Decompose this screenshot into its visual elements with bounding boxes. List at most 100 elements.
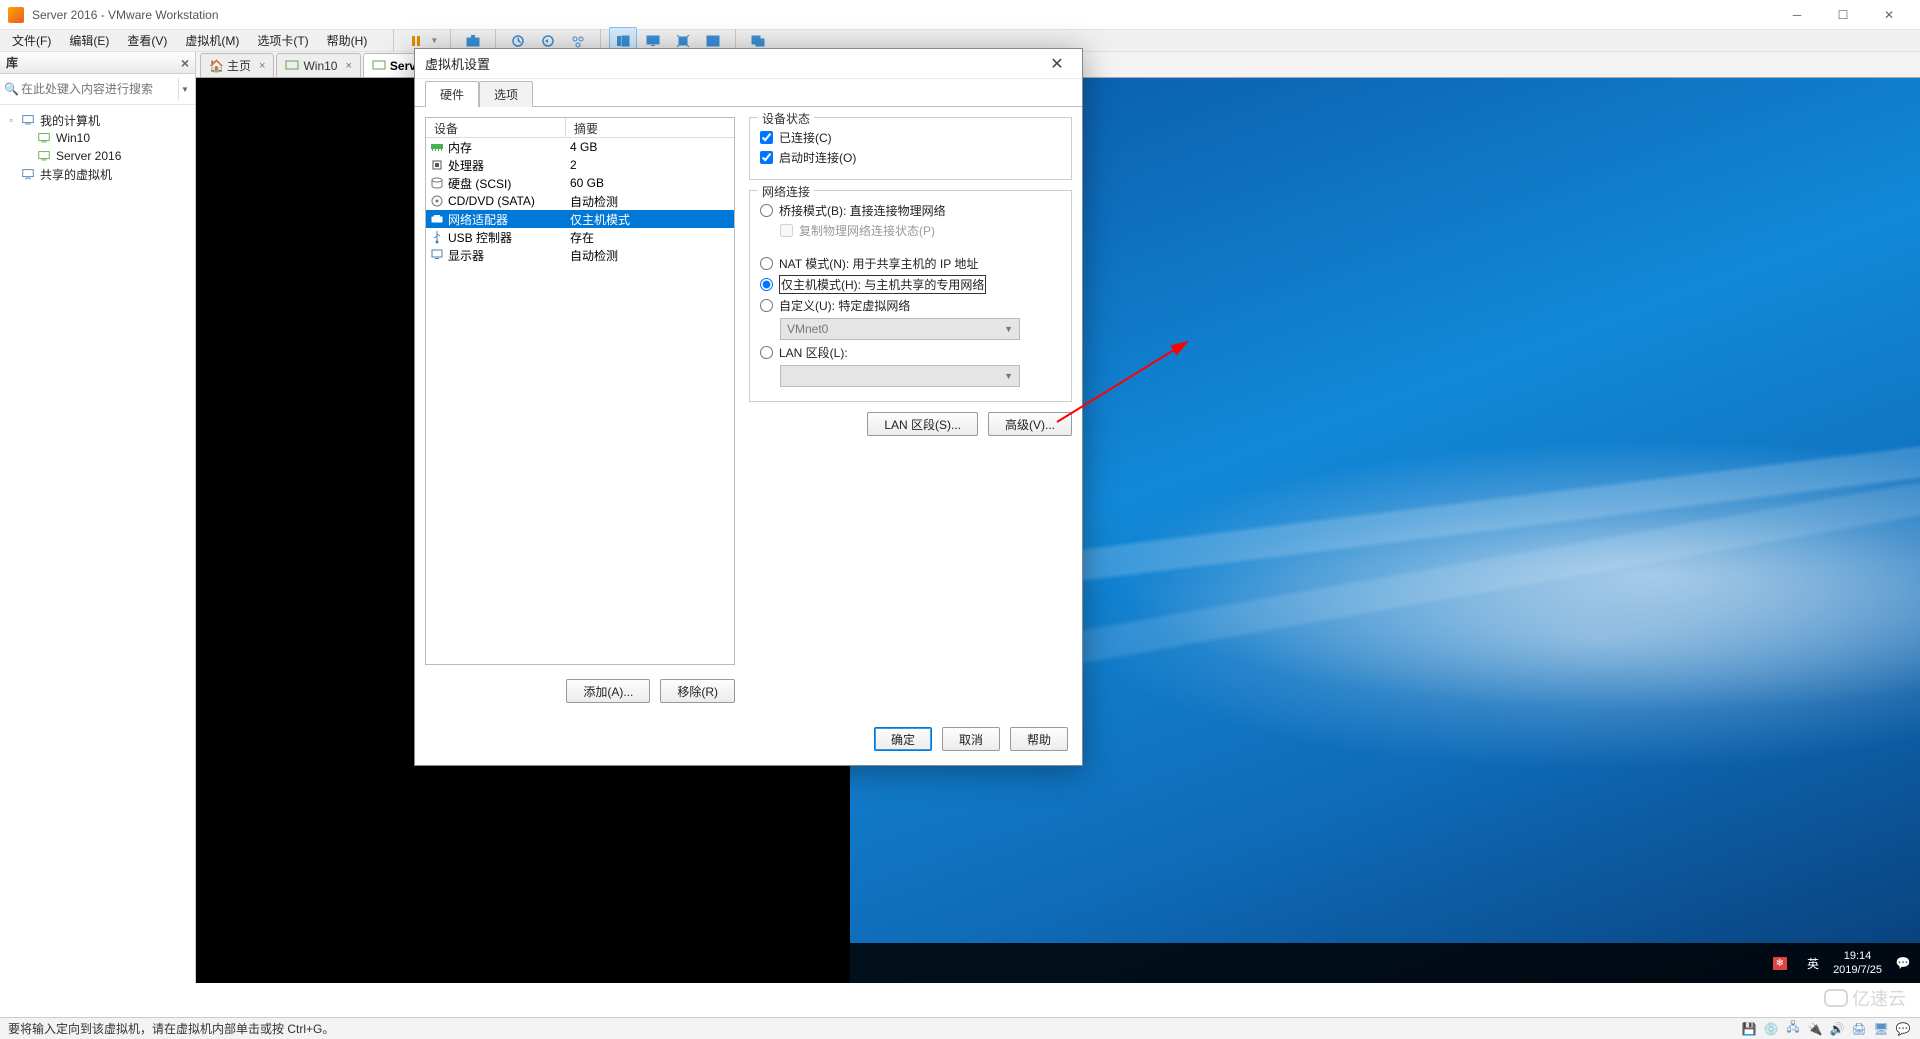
help-button[interactable]: 帮助 (1010, 727, 1068, 751)
network-icon (430, 212, 444, 226)
dialog-close-button[interactable]: ✕ (1042, 49, 1072, 79)
display-icon (430, 248, 444, 262)
device-row-network[interactable]: 网络适配器 仅主机模式 (426, 210, 734, 228)
window-title: Server 2016 - VMware Workstation (32, 8, 1774, 22)
sb-cd-icon[interactable]: 💿 (1762, 1021, 1780, 1037)
collapse-icon[interactable]: ▫ (6, 115, 16, 125)
lan-segments-button[interactable]: LAN 区段(S)... (867, 412, 978, 436)
connect-at-poweron-checkbox[interactable]: 启动时连接(O) (760, 149, 1061, 166)
cd-icon (430, 194, 444, 208)
sb-sound-icon[interactable]: 🔊 (1828, 1021, 1846, 1037)
library-close-button[interactable]: × (181, 55, 189, 71)
tab-hardware[interactable]: 硬件 (425, 81, 479, 107)
device-state-group: 设备状态 已连接(C) 启动时连接(O) (749, 117, 1072, 180)
hdd-icon (430, 176, 444, 190)
sb-printer-icon[interactable]: 🖨 (1850, 1021, 1868, 1037)
shared-icon (20, 166, 36, 182)
chevron-down-icon: ▼ (1004, 324, 1013, 334)
tab-close-button[interactable]: × (345, 60, 351, 72)
ime-label-lang: 英 (1807, 955, 1819, 972)
device-settings-panel: 设备状态 已连接(C) 启动时连接(O) 网络连接 桥接模式(B): 直接连接物… (749, 117, 1072, 703)
device-buttons: 添加(A)... 移除(R) (425, 679, 735, 703)
power-menu-caret[interactable]: ▼ (430, 36, 438, 45)
advanced-button[interactable]: 高级(V)... (988, 412, 1072, 436)
menu-vm[interactable]: 虚拟机(M) (177, 30, 247, 51)
menu-edit[interactable]: 编辑(E) (61, 30, 117, 51)
guest-taskbar: ❄ 中 英 19:14 2019/7/25 💬 (850, 943, 1920, 983)
cancel-button[interactable]: 取消 (942, 727, 1000, 751)
radio-lan-segment[interactable]: LAN 区段(L): (760, 344, 1061, 361)
sb-hdd-icon[interactable]: 💾 (1740, 1021, 1758, 1037)
tab-label: Win10 (303, 59, 337, 73)
minimize-button[interactable]: ─ (1774, 0, 1820, 30)
ok-button[interactable]: 确定 (874, 727, 932, 751)
sb-display-icon[interactable]: 🖥 (1872, 1021, 1890, 1037)
notifications-icon[interactable]: 💬 (1890, 956, 1916, 970)
dialog-titlebar: 虚拟机设置 ✕ (415, 49, 1082, 79)
tree-vm-server2016[interactable]: Server 2016 (20, 147, 191, 165)
radio-custom[interactable]: 自定义(U): 特定虚拟网络 (760, 297, 1061, 314)
sb-net-icon[interactable]: 🖧 (1784, 1021, 1802, 1037)
tab-options[interactable]: 选项 (479, 81, 533, 107)
add-device-button[interactable]: 添加(A)... (566, 679, 650, 703)
tree-label: 共享的虚拟机 (40, 166, 112, 183)
group-legend: 网络连接 (758, 183, 814, 200)
menu-file[interactable]: 文件(F) (4, 30, 59, 51)
dialog-title: 虚拟机设置 (425, 54, 490, 73)
menu-help[interactable]: 帮助(H) (319, 30, 376, 51)
guest-clock[interactable]: 19:14 2019/7/25 (1825, 949, 1890, 977)
tab-win10[interactable]: Win10 × (276, 53, 360, 77)
tree-my-computer[interactable]: ▫ 我的计算机 (4, 111, 191, 129)
computer-icon (20, 112, 36, 128)
guest-time: 19:14 (1844, 949, 1872, 963)
tab-label: 主页 (227, 57, 251, 74)
col-summary: 摘要 (566, 118, 734, 137)
menu-view[interactable]: 查看(V) (119, 30, 175, 51)
menu-tabs[interactable]: 选项卡(T) (249, 30, 316, 51)
maximize-button[interactable]: ☐ (1820, 0, 1866, 30)
device-row-display[interactable]: 显示器 自动检测 (426, 246, 734, 264)
radio-bridged[interactable]: 桥接模式(B): 直接连接物理网络 (760, 202, 1061, 219)
dialog-footer: 确定 取消 帮助 (415, 713, 1082, 765)
vm-settings-dialog: 虚拟机设置 ✕ 硬件 选项 设备 摘要 内存 4 GB 处理器 2 (414, 48, 1083, 766)
radio-nat[interactable]: NAT 模式(N): 用于共享主机的 IP 地址 (760, 255, 1061, 272)
chevron-down-icon: ▼ (1004, 371, 1013, 381)
tab-home[interactable]: 🏠 主页 × (200, 53, 274, 77)
col-device: 设备 (426, 118, 566, 137)
status-icons: 💾 💿 🖧 🔌 🔊 🖨 🖥 💬 (1740, 1021, 1912, 1037)
tree-label: Server 2016 (56, 149, 121, 163)
vm-tab-icon (372, 59, 386, 73)
usb-icon (430, 230, 444, 244)
status-message: 要将输入定向到该虚拟机，请在虚拟机内部单击或按 Ctrl+G。 (8, 1020, 334, 1037)
sb-usb-icon[interactable]: 🔌 (1806, 1021, 1824, 1037)
tree-label: 我的计算机 (40, 112, 100, 129)
connected-checkbox[interactable]: 已连接(C) (760, 129, 1061, 146)
sb-message-icon[interactable]: 💬 (1894, 1021, 1912, 1037)
search-input[interactable] (21, 78, 176, 100)
ime-indicator[interactable]: ❄ 中 英 (1767, 943, 1825, 983)
device-row-hdd[interactable]: 硬盘 (SCSI) 60 GB (426, 174, 734, 192)
watermark: 亿速云 (1824, 985, 1906, 1011)
library-search: 🔍 ▼ (0, 74, 195, 105)
radio-hostonly[interactable]: 仅主机模式(H): 与主机共享的专用网络 (760, 275, 1061, 294)
close-button[interactable]: ✕ (1866, 0, 1912, 30)
custom-vmnet-select: VMnet0▼ (780, 318, 1020, 340)
replicate-state-checkbox: 复制物理网络连接状态(P) (780, 222, 1061, 239)
device-row-cpu[interactable]: 处理器 2 (426, 156, 734, 174)
device-row-memory[interactable]: 内存 4 GB (426, 138, 734, 156)
device-row-cddvd[interactable]: CD/DVD (SATA) 自动检测 (426, 192, 734, 210)
device-row-usb[interactable]: USB 控制器 存在 (426, 228, 734, 246)
lan-segment-select: ▼ (780, 365, 1020, 387)
network-buttons: LAN 区段(S)... 高级(V)... (749, 412, 1072, 436)
device-list: 设备 摘要 内存 4 GB 处理器 2 硬盘 (SCSI) 60 GB CD/D… (425, 117, 735, 665)
tree-vm-win10[interactable]: Win10 (20, 129, 191, 147)
library-sidebar: 库 × 🔍 ▼ ▫ 我的计算机 Win10 Server 2016 (0, 52, 196, 983)
tab-close-button[interactable]: × (259, 60, 265, 72)
window-titlebar: Server 2016 - VMware Workstation ─ ☐ ✕ (0, 0, 1920, 30)
ram-icon (430, 140, 444, 154)
guest-date: 2019/7/25 (1833, 963, 1882, 977)
group-legend: 设备状态 (758, 110, 814, 127)
search-dropdown-button[interactable]: ▼ (178, 78, 191, 100)
remove-device-button[interactable]: 移除(R) (660, 679, 735, 703)
tree-shared-vms[interactable]: 共享的虚拟机 (4, 165, 191, 183)
